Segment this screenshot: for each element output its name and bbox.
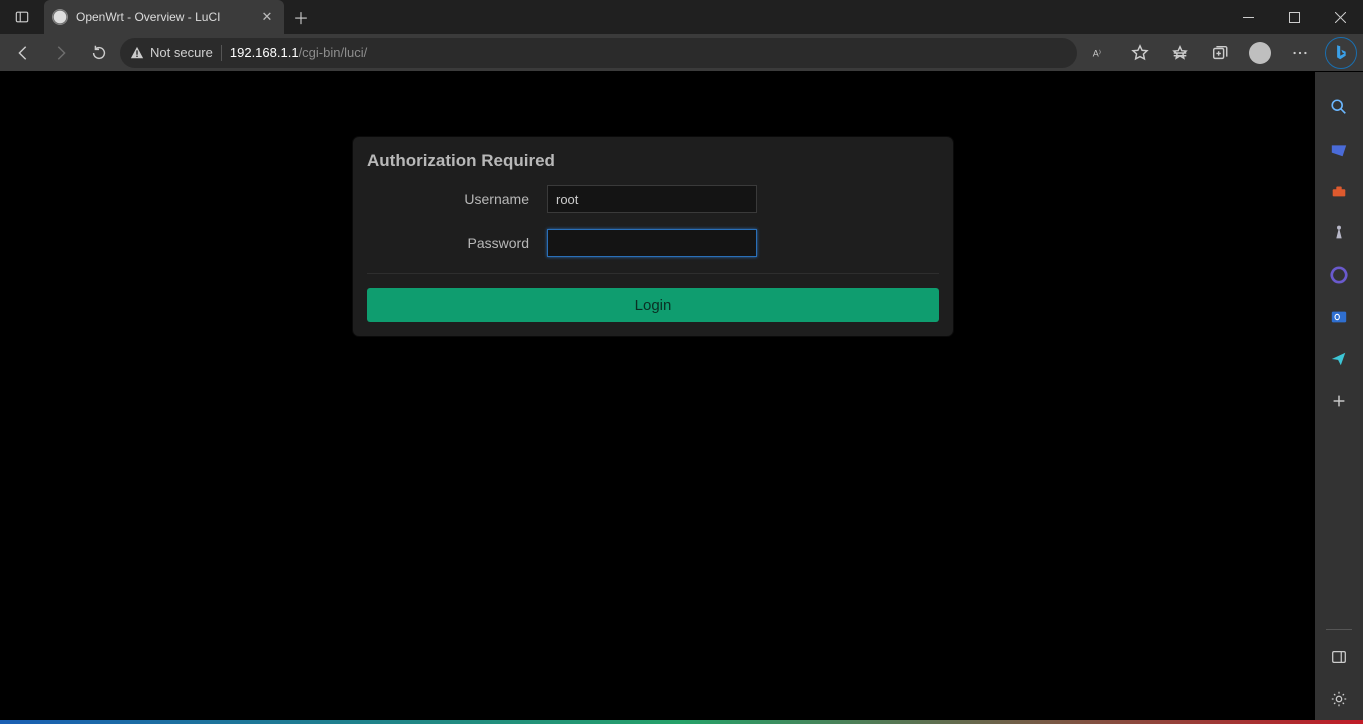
- password-row: Password: [367, 229, 939, 257]
- sidebar-settings-icon[interactable]: [1315, 678, 1363, 720]
- svg-text:A⁾: A⁾: [1093, 48, 1101, 58]
- window-close-button[interactable]: [1317, 0, 1363, 34]
- back-button[interactable]: [6, 37, 40, 69]
- bing-chat-button[interactable]: [1325, 37, 1357, 69]
- sidebar-hide-icon[interactable]: [1315, 636, 1363, 678]
- sidebar-search-icon[interactable]: [1315, 86, 1363, 128]
- window-maximize-button[interactable]: [1271, 0, 1317, 34]
- profile-button[interactable]: [1241, 37, 1279, 69]
- edge-sidebar: [1315, 72, 1363, 720]
- menu-button[interactable]: [1281, 37, 1319, 69]
- sidebar-office-icon[interactable]: [1315, 254, 1363, 296]
- not-secure-label: Not secure: [150, 45, 213, 60]
- tab-title: OpenWrt - Overview - LuCI: [76, 10, 250, 24]
- username-input[interactable]: [547, 185, 757, 213]
- sidebar-outlook-icon[interactable]: [1315, 296, 1363, 338]
- taskbar-edge: [0, 720, 1363, 724]
- tab-actions-button[interactable]: [0, 0, 44, 34]
- browser-toolbar: Not secure 192.168.1.1/cgi-bin/luci/ A⁾: [0, 34, 1363, 72]
- forward-button[interactable]: [44, 37, 78, 69]
- page-content: Authorization Required Username Password…: [0, 72, 1315, 720]
- security-indicator[interactable]: Not secure: [130, 45, 213, 60]
- new-tab-button[interactable]: ＋: [284, 0, 318, 34]
- sidebar-send-icon[interactable]: [1315, 338, 1363, 380]
- window-controls: [1225, 0, 1363, 34]
- add-favorite-button[interactable]: [1121, 37, 1159, 69]
- username-row: Username: [367, 185, 939, 213]
- address-bar[interactable]: Not secure 192.168.1.1/cgi-bin/luci/: [120, 38, 1077, 68]
- panel-divider: [367, 273, 939, 274]
- address-separator: [221, 45, 222, 61]
- browser-tab[interactable]: OpenWrt - Overview - LuCI ✕: [44, 0, 284, 34]
- avatar-icon: [1249, 42, 1271, 64]
- password-label: Password: [367, 235, 547, 251]
- password-input[interactable]: [547, 229, 757, 257]
- sidebar-tools-icon[interactable]: [1315, 170, 1363, 212]
- read-aloud-button[interactable]: A⁾: [1081, 37, 1119, 69]
- window-minimize-button[interactable]: [1225, 0, 1271, 34]
- tab-favicon: [52, 9, 68, 25]
- url-path: /cgi-bin/luci/: [299, 45, 368, 60]
- favorites-button[interactable]: [1161, 37, 1199, 69]
- username-label: Username: [367, 191, 547, 207]
- sidebar-divider: [1326, 629, 1352, 630]
- tab-close-button[interactable]: ✕: [258, 8, 276, 26]
- login-panel: Authorization Required Username Password…: [353, 137, 953, 336]
- sidebar-games-icon[interactable]: [1315, 212, 1363, 254]
- panel-title: Authorization Required: [367, 151, 939, 171]
- sidebar-shopping-icon[interactable]: [1315, 128, 1363, 170]
- refresh-button[interactable]: [82, 37, 116, 69]
- workspace: Authorization Required Username Password…: [0, 72, 1363, 720]
- toolbar-right-icons: A⁾: [1081, 37, 1357, 69]
- login-button[interactable]: Login: [367, 288, 939, 322]
- url-host: 192.168.1.1: [230, 45, 299, 60]
- collections-button[interactable]: [1201, 37, 1239, 69]
- sidebar-add-icon[interactable]: [1315, 380, 1363, 422]
- browser-titlebar: OpenWrt - Overview - LuCI ✕ ＋: [0, 0, 1363, 34]
